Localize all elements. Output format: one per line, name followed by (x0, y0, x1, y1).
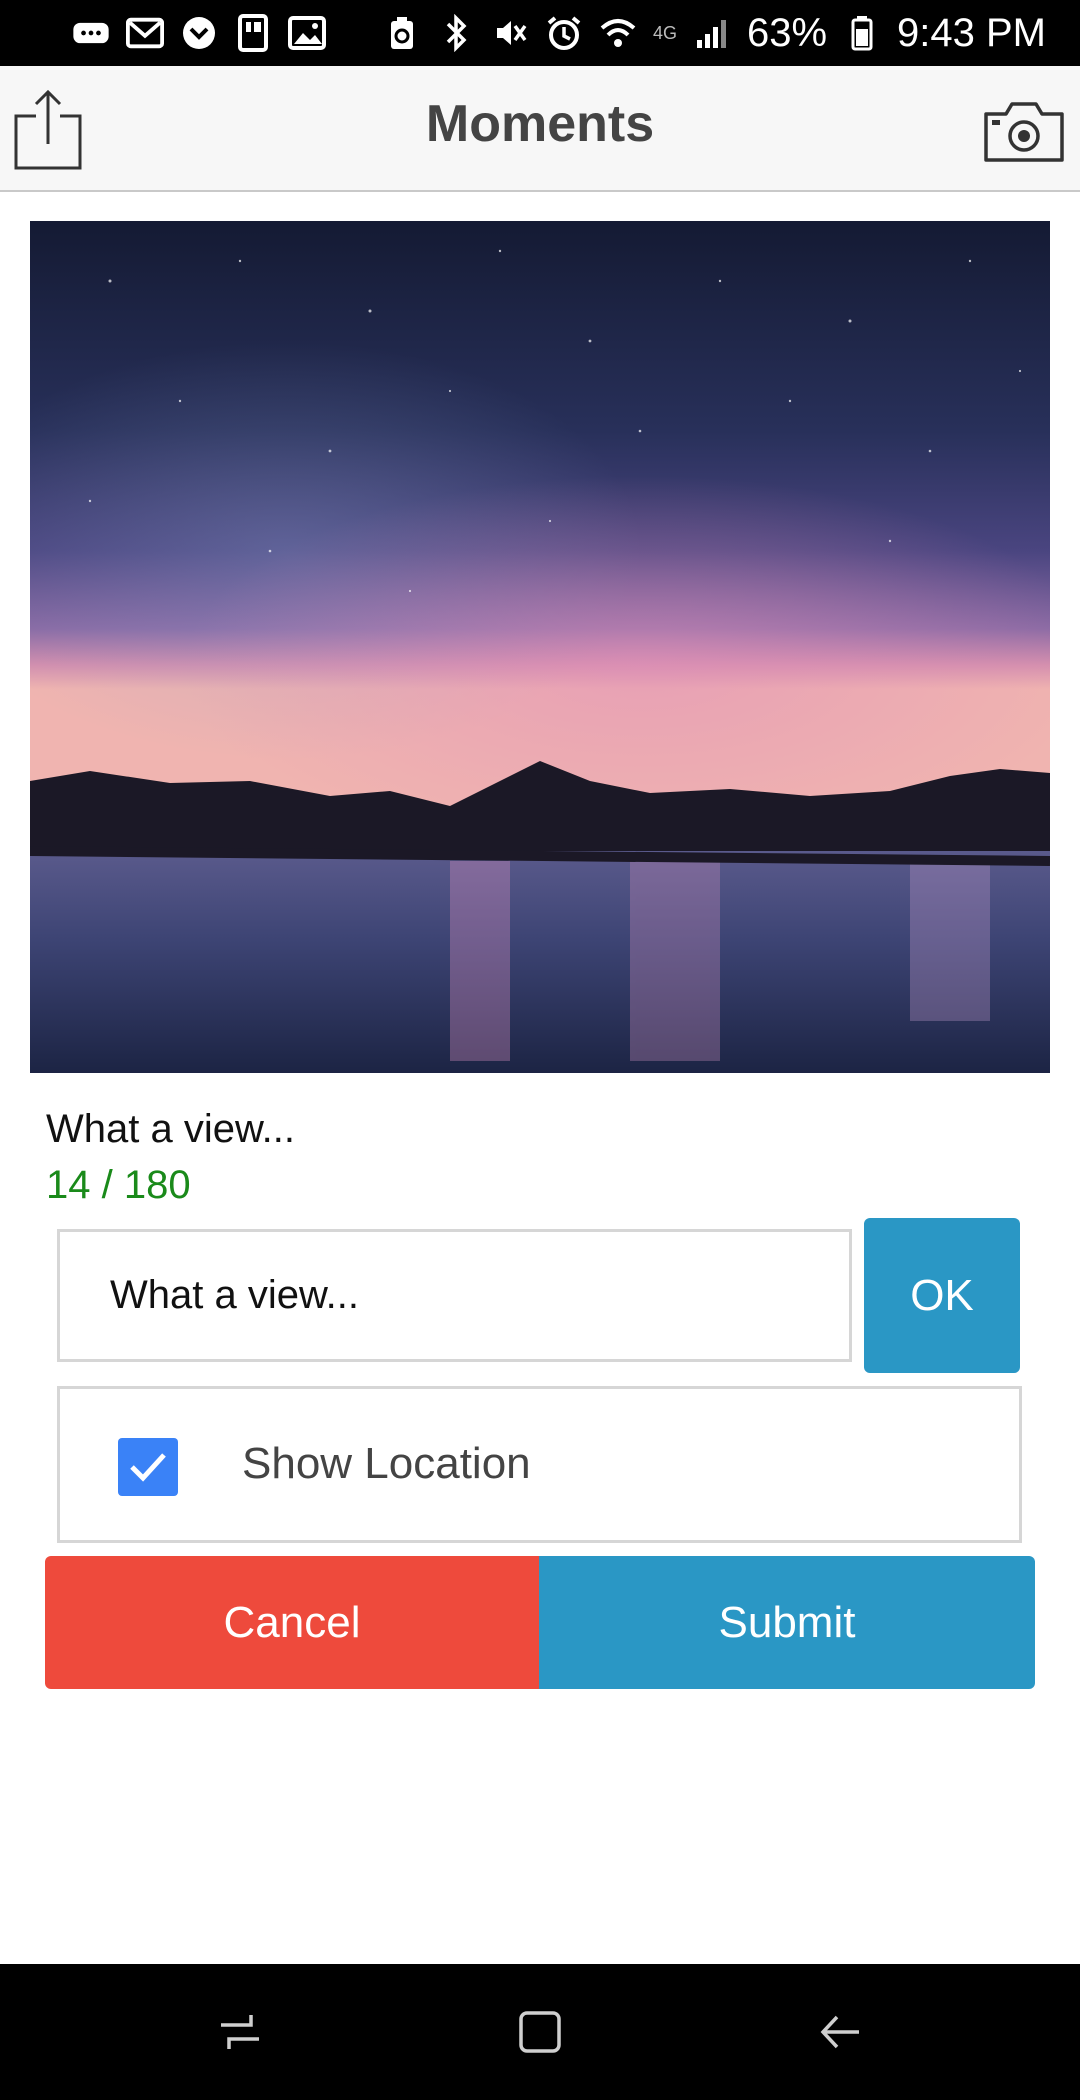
moments-screen: 4G 63% 9:43 PM Moments What a view... 14… (0, 0, 1080, 2100)
caption-text: What a view... (46, 1107, 295, 1151)
messages-icon (72, 14, 110, 52)
id-card-icon (234, 14, 272, 52)
show-location-checkbox[interactable] (118, 1438, 178, 1496)
submit-button[interactable]: Submit (539, 1556, 1035, 1689)
camera-icon (984, 102, 1064, 162)
clock: 9:43 PM (897, 10, 1046, 55)
network-type-label: 4G (652, 22, 677, 43)
signal-icon (693, 14, 731, 52)
cancel-button[interactable]: Cancel (45, 1556, 539, 1689)
pocket-icon (180, 14, 218, 52)
recycle-icon (383, 14, 421, 52)
navigation-bar (0, 1964, 1080, 2100)
recent-apps-button[interactable] (200, 1992, 280, 2072)
caption-input-box (57, 1229, 852, 1362)
bluetooth-icon (437, 14, 475, 52)
mute-icon (491, 14, 529, 52)
back-button[interactable] (800, 1992, 880, 2072)
status-bar-notifications (72, 14, 326, 52)
moment-photo (30, 221, 1050, 1073)
checkmark-icon (130, 1453, 166, 1482)
battery-percent: 63% (746, 10, 828, 55)
app-header: Moments (0, 66, 1080, 192)
action-buttons: Cancel Submit (45, 1556, 1035, 1689)
caption-input[interactable] (60, 1232, 849, 1359)
ok-button[interactable]: OK (864, 1218, 1020, 1373)
recent-apps-icon (221, 2015, 259, 2049)
back-icon (820, 2015, 859, 2049)
page-title: Moments (425, 95, 655, 153)
gmail-icon (126, 14, 164, 52)
status-bar: 4G 63% 9:43 PM (0, 0, 1080, 66)
character-counter: 14 / 180 (46, 1163, 191, 1207)
battery-icon (843, 14, 881, 52)
show-location-row[interactable]: Show Location (57, 1386, 1022, 1543)
alarm-icon (545, 14, 583, 52)
home-button[interactable] (500, 1992, 580, 2072)
wifi-icon (599, 14, 637, 52)
camera-button[interactable] (982, 98, 1066, 164)
show-location-label: Show Location (242, 1439, 531, 1488)
home-icon (519, 2011, 561, 2053)
gallery-icon (288, 14, 326, 52)
status-bar-system: 4G 63% 9:43 PM (383, 11, 1046, 56)
